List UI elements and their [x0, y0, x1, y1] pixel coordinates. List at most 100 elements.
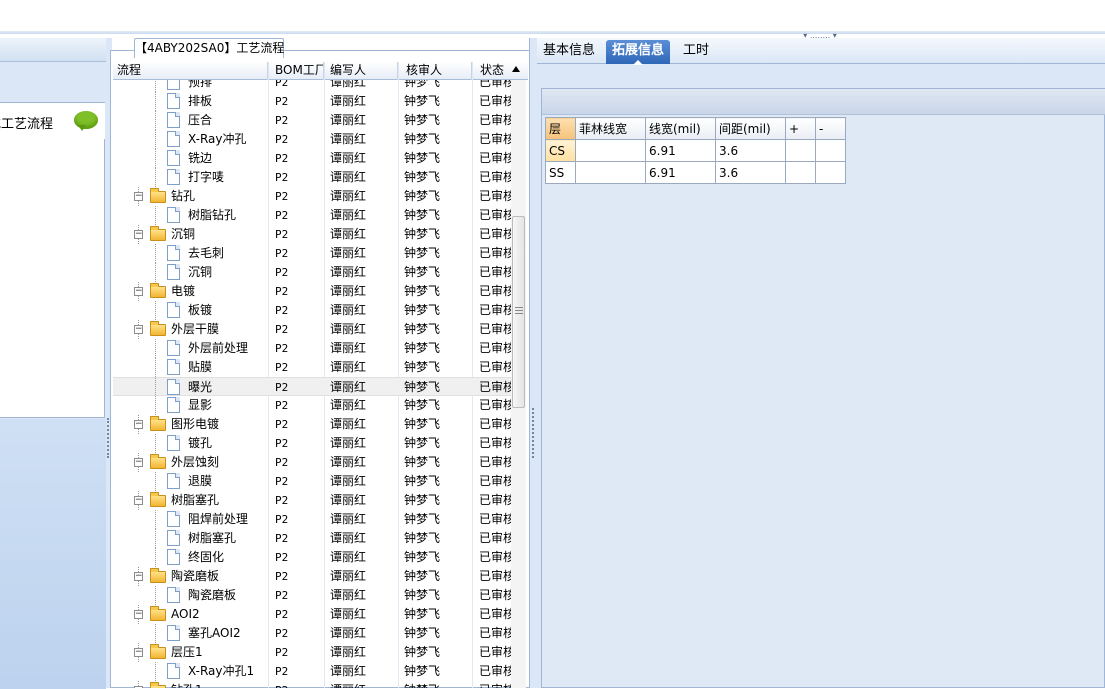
tree-step-row[interactable]: 陶瓷磨板 P2 谭丽红 钟梦飞 已审核: [113, 586, 511, 605]
tree-step-name: 钻孔: [171, 189, 196, 203]
extended-info-content: 层 菲林线宽 线宽(mil) 间距(mil) + - CS 6.91 3.6 S…: [541, 88, 1105, 688]
tree-step-row[interactable]: 贴膜 P2 谭丽红 钟梦飞 已审核: [113, 358, 511, 377]
folder-icon: [150, 321, 166, 336]
tree-step-row[interactable]: 打字唛 P2 谭丽红 钟梦飞 已审核: [113, 168, 511, 187]
tree-step-row[interactable]: 终固化 P2 谭丽红 钟梦飞 已审核: [113, 548, 511, 567]
grid-header-spacing[interactable]: 间距(mil): [715, 117, 786, 140]
left-panel-item[interactable]: 或工艺流程: [0, 103, 105, 139]
collapse-toggle-icon[interactable]: −: [134, 287, 143, 296]
tree-folder-row[interactable]: − 树脂塞孔 P2 谭丽红 钟梦飞 已审核: [113, 491, 511, 510]
tree-step-row[interactable]: 镀孔 P2 谭丽红 钟梦飞 已审核: [113, 434, 511, 453]
tree-step-row[interactable]: 外层前处理 P2 谭丽红 钟梦飞 已审核: [113, 339, 511, 358]
grid-cell-minus[interactable]: [815, 161, 846, 184]
tree-folder-row[interactable]: − 沉铜 P2 谭丽红 钟梦飞 已审核: [113, 225, 511, 244]
tree-reviewer: 钟梦飞: [404, 113, 441, 127]
tree-folder-row[interactable]: − AOI2 P2 谭丽红 钟梦飞 已审核: [113, 605, 511, 624]
tree-status: 已审核: [479, 455, 511, 469]
document-icon: [167, 245, 180, 261]
tree-step-row[interactable]: 预排 P2 谭丽红 钟梦飞 已审核: [113, 80, 511, 92]
tree-step-row[interactable]: 去毛刺 P2 谭丽红 钟梦飞 已审核: [113, 244, 511, 263]
tree-folder-row[interactable]: − 外层干膜 P2 谭丽红 钟梦飞 已审核: [113, 320, 511, 339]
grid-cell-plus[interactable]: [785, 139, 816, 162]
tree-step-row[interactable]: X-Ray冲孔1 P2 谭丽红 钟梦飞 已审核: [113, 662, 511, 681]
tree-folder-row[interactable]: −钻孔1P2谭丽红钟梦飞已审核: [113, 681, 511, 688]
tree-step-row[interactable]: 阻焊前处理 P2 谭丽红 钟梦飞 已审核: [113, 510, 511, 529]
tree-connector-line: [155, 244, 156, 263]
col-header-editor[interactable]: 编写人: [324, 62, 398, 80]
tree-folder-row[interactable]: − 层压1 P2 谭丽红 钟梦飞 已审核: [113, 643, 511, 662]
grid-cell-spacing[interactable]: 3.6: [715, 139, 786, 162]
comment-bubble-icon[interactable]: [74, 111, 98, 131]
tree-step-name: 贴膜: [188, 360, 213, 374]
collapse-toggle-icon[interactable]: −: [134, 496, 143, 505]
grid-header-film-width[interactable]: 菲林线宽: [575, 117, 646, 140]
grid-cell-line-width[interactable]: 6.91: [645, 161, 716, 184]
tree-step-row[interactable]: 树脂钻孔 P2 谭丽红 钟梦飞 已审核: [113, 206, 511, 225]
grid-cell-line-width[interactable]: 6.91: [645, 139, 716, 162]
tree-folder-row[interactable]: − 陶瓷磨板 P2 谭丽红 钟梦飞 已审核: [113, 567, 511, 586]
tab-work-hours[interactable]: 工时: [677, 40, 715, 64]
tree-editor: 谭丽红: [330, 322, 367, 336]
tree-editor: 谭丽红: [330, 531, 367, 545]
collapse-toggle-icon[interactable]: −: [134, 420, 143, 429]
folder-icon: [150, 644, 166, 659]
tree-bom-factory: P2: [275, 551, 289, 564]
col-header-flow[interactable]: 流程: [113, 62, 268, 80]
tree-reviewer: 钟梦飞: [404, 284, 441, 298]
tree-step-row[interactable]: 铣边 P2 谭丽红 钟梦飞 已审核: [113, 149, 511, 168]
collapse-toggle-icon[interactable]: −: [134, 572, 143, 581]
tree-folder-row[interactable]: − 外层蚀刻 P2 谭丽红 钟梦飞 已审核: [113, 453, 511, 472]
tree-status: 已审核: [479, 588, 511, 602]
tree-status: 已审核: [479, 303, 511, 317]
grid-remove-column-button[interactable]: -: [815, 117, 846, 140]
right-vertical-splitter[interactable]: [529, 38, 537, 688]
tree-step-name: 外层干膜: [171, 322, 220, 336]
scrollbar-thumb[interactable]: [512, 216, 525, 408]
grid-cell-film-width[interactable]: [575, 161, 646, 184]
tree-reviewer: 钟梦飞: [404, 681, 478, 688]
grid-cell-spacing[interactable]: 3.6: [715, 161, 786, 184]
tree-vertical-scrollbar[interactable]: [511, 80, 526, 688]
tree-folder-row[interactable]: − 钻孔 P2 谭丽红 钟梦飞 已审核: [113, 187, 511, 206]
grid-cell-plus[interactable]: [785, 161, 816, 184]
tab-basic-info[interactable]: 基本信息: [537, 40, 601, 64]
col-header-bom[interactable]: BOM工厂: [268, 62, 324, 80]
grid-header-layer[interactable]: 层: [545, 117, 576, 140]
col-header-reviewer[interactable]: 核审人: [398, 62, 472, 80]
tree-bom-factory: P2: [275, 665, 289, 678]
tree-step-row[interactable]: 退膜 P2 谭丽红 钟梦飞 已审核: [113, 472, 511, 491]
tree-step-row[interactable]: 树脂塞孔 P2 谭丽红 钟梦飞 已审核: [113, 529, 511, 548]
tree-step-row[interactable]: 塞孔AOI2 P2 谭丽红 钟梦飞 已审核: [113, 624, 511, 643]
grid-add-column-button[interactable]: +: [785, 117, 816, 140]
tree-status: 已审核: [479, 380, 511, 394]
collapse-toggle-icon[interactable]: −: [134, 648, 143, 657]
tree-step-row[interactable]: 压合 P2 谭丽红 钟梦飞 已审核: [113, 111, 511, 130]
tab-extended-info[interactable]: 拓展信息: [606, 40, 671, 65]
document-icon: [167, 340, 180, 356]
grid-row[interactable]: CS 6.91 3.6: [545, 139, 846, 162]
grid-cell-layer[interactable]: SS: [545, 161, 576, 184]
collapse-toggle-icon[interactable]: −: [134, 230, 143, 239]
tree-reviewer: 钟梦飞: [404, 626, 441, 640]
grid-cell-film-width[interactable]: [575, 139, 646, 162]
grid-header-line-width[interactable]: 线宽(mil): [645, 117, 716, 140]
collapse-toggle-icon[interactable]: −: [134, 610, 143, 619]
tree-step-row[interactable]: 板镀 P2 谭丽红 钟梦飞 已审核: [113, 301, 511, 320]
grid-cell-minus[interactable]: [815, 139, 846, 162]
tree-step-row[interactable]: 排板 P2 谭丽红 钟梦飞 已审核: [113, 92, 511, 111]
tree-step-row[interactable]: X-Ray冲孔 P2 谭丽红 钟梦飞 已审核: [113, 130, 511, 149]
tree-folder-row[interactable]: − 图形电镀 P2 谭丽红 钟梦飞 已审核: [113, 415, 511, 434]
collapse-toggle-icon[interactable]: −: [134, 325, 143, 334]
tree-step-row[interactable]: 沉铜 P2 谭丽红 钟梦飞 已审核: [113, 263, 511, 282]
tree-folder-row[interactable]: − 电镀 P2 谭丽红 钟梦飞 已审核: [113, 282, 511, 301]
tree-step-name: 层压1: [171, 645, 203, 659]
collapse-toggle-icon[interactable]: −: [134, 458, 143, 467]
collapse-toggle-icon[interactable]: −: [134, 192, 143, 201]
tree-editor: 谭丽红: [330, 113, 367, 127]
grid-cell-layer[interactable]: CS: [545, 139, 576, 162]
tree-step-row[interactable]: 显影 P2 谭丽红 钟梦飞 已审核: [113, 396, 511, 415]
tree-step-row[interactable]: 曝光 P2 谭丽红 钟梦飞 已审核: [113, 377, 511, 397]
sort-ascending-icon[interactable]: [512, 66, 520, 72]
folder-icon: [150, 283, 166, 298]
grid-row[interactable]: SS 6.91 3.6: [545, 161, 846, 184]
